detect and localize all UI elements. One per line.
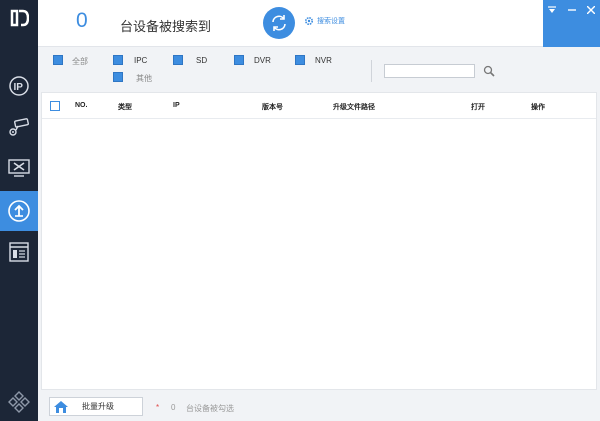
header: 0 台设备被搜索到 搜索设置	[38, 0, 600, 47]
found-devices-label: 台设备被搜索到	[120, 19, 212, 34]
column-version: 版本号	[262, 104, 283, 111]
window-controls	[543, 0, 600, 47]
minimize-icon	[568, 9, 576, 11]
nav-item-list[interactable]	[0, 232, 38, 272]
gear-icon	[304, 16, 314, 26]
search-settings-link[interactable]: 搜索设置	[304, 16, 345, 26]
column-upgrade-file-path: 升级文件路径	[333, 104, 375, 111]
filter-nvr-label: NVR	[315, 56, 332, 65]
filter-nvr-checkbox[interactable]	[295, 55, 305, 65]
tools-icon	[8, 159, 30, 177]
minimize-button[interactable]	[566, 4, 578, 16]
nav-item-camera-config[interactable]	[0, 107, 38, 147]
device-type-filters: 全部 IPC SD DVR NVR 其他	[38, 47, 600, 91]
filter-dvr-label: DVR	[254, 56, 271, 65]
filter-other-label: 其他	[136, 74, 152, 83]
device-count: 0	[76, 9, 88, 32]
column-open: 打开	[471, 104, 485, 111]
column-no: NO.	[75, 102, 88, 109]
refresh-search-button[interactable]	[263, 7, 295, 39]
search-settings-label: 搜索设置	[317, 18, 345, 25]
app-window: IP 0 台设备被搜索到 搜索设置 全部 IPC SD DVR NVR 其他 N…	[0, 0, 600, 421]
svg-text:IP: IP	[14, 82, 24, 93]
footer: 批量升级 * 0 台设备被勾选	[38, 391, 600, 421]
search-input[interactable]	[384, 64, 475, 78]
nav-item-ip[interactable]: IP	[0, 66, 38, 106]
column-action: 操作	[531, 104, 545, 111]
filter-other-checkbox[interactable]	[113, 72, 123, 82]
ip-icon: IP	[9, 76, 29, 96]
filter-ipc-label: IPC	[134, 56, 148, 65]
selected-count: 0	[171, 403, 176, 412]
sidebar: IP	[0, 0, 38, 421]
nav-item-tools[interactable]	[0, 148, 38, 188]
filter-ipc-checkbox[interactable]	[113, 55, 123, 65]
search-icon[interactable]	[483, 65, 495, 77]
dropdown-icon	[548, 6, 556, 13]
plugins-icon[interactable]	[7, 390, 31, 414]
upgrade-icon	[8, 200, 30, 222]
required-mark: *	[156, 403, 160, 412]
batch-upgrade-button[interactable]: 批量升级	[49, 397, 143, 416]
nav-item-upgrade[interactable]	[0, 191, 38, 231]
filter-all-checkbox[interactable]	[53, 55, 63, 65]
brand-logo-icon	[10, 9, 29, 27]
column-type: 类型	[118, 104, 132, 111]
refresh-icon	[272, 15, 286, 31]
selected-devices-label: 台设备被勾选	[186, 404, 234, 413]
close-button[interactable]	[585, 4, 597, 16]
batch-upgrade-icon	[54, 400, 68, 413]
filter-sd-checkbox[interactable]	[173, 55, 183, 65]
filter-sd-label: SD	[196, 56, 208, 65]
camera-config-icon	[9, 118, 29, 136]
filter-dvr-checkbox[interactable]	[234, 55, 244, 65]
menu-dropdown-button[interactable]	[546, 4, 558, 16]
batch-upgrade-label: 批量升级	[82, 402, 114, 411]
column-ip: IP	[173, 102, 180, 109]
filter-divider	[371, 60, 372, 82]
list-icon	[9, 242, 29, 262]
device-table: NO. 类型 IP 版本号 升级文件路径 打开 操作	[41, 92, 597, 390]
close-icon	[587, 6, 595, 14]
select-all-checkbox[interactable]	[50, 101, 60, 111]
table-header: NO. 类型 IP 版本号 升级文件路径 打开 操作	[42, 93, 596, 119]
filter-all-label: 全部	[72, 57, 88, 66]
